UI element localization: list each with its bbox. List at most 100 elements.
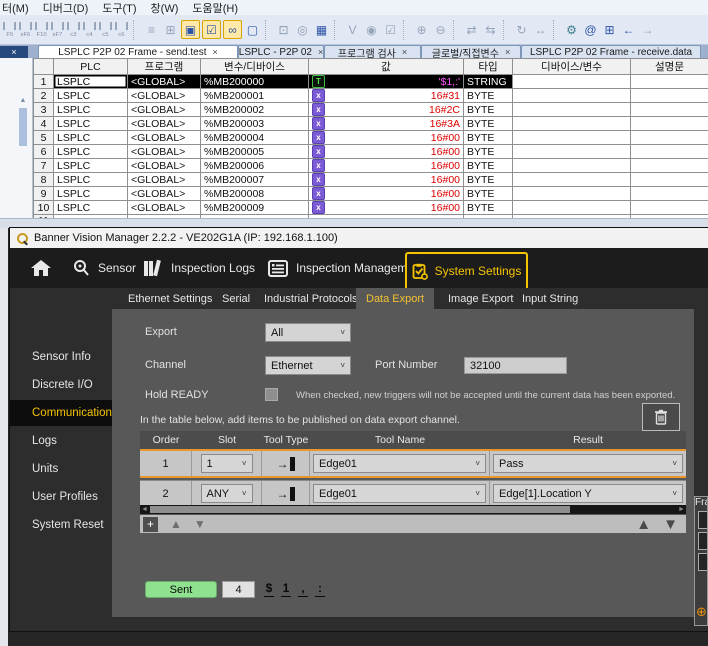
sidebar-item-communications[interactable]: Communications <box>10 400 126 426</box>
table-row: 1 LSPLC <GLOBAL> %MB200000 T '$1,:' STRIN… <box>33 74 708 89</box>
tool-name-select[interactable]: Edge01 ˅ <box>313 484 486 503</box>
sidebar-item-units[interactable]: Units <box>10 456 122 482</box>
table-icon[interactable]: ⊞ <box>601 21 618 38</box>
sidebar-item-logs[interactable]: Logs <box>10 428 122 454</box>
hscrollbar-thumb[interactable] <box>150 506 570 513</box>
close-icon[interactable]: × <box>402 47 407 57</box>
clipped-button[interactable] <box>698 553 707 571</box>
list-icon[interactable]: ≡ <box>143 21 160 38</box>
close-icon[interactable]: × <box>318 47 323 57</box>
add-row-button[interactable]: + <box>143 516 158 532</box>
menu-monitor[interactable]: 터(M) <box>2 0 29 16</box>
refresh-icon[interactable]: ↻ <box>513 21 530 38</box>
export-select[interactable]: All ˅ <box>265 323 351 342</box>
swap-alt-icon[interactable]: ⇆ <box>482 21 499 38</box>
toolbar-fkey-button[interactable]: c5 <box>98 21 113 38</box>
menu-debug[interactable]: 디버그(D) <box>43 0 89 16</box>
hold-ready-checkbox[interactable] <box>265 388 278 401</box>
tab-p2p-02[interactable]: LSPLC - P2P 02 × <box>238 45 324 58</box>
nav-home[interactable] <box>30 256 52 280</box>
sidebar-item-user-profiles[interactable]: User Profiles <box>10 484 122 510</box>
close-icon[interactable]: × <box>212 47 217 57</box>
close-icon[interactable]: × <box>505 47 510 57</box>
zoom-out-icon[interactable]: ⊖ <box>432 21 449 38</box>
scrollbar-thumb[interactable] <box>19 108 27 146</box>
toolbar-fkey-button[interactable]: F10 <box>34 21 49 38</box>
tool-name-select[interactable]: Edge01 ˅ <box>313 454 486 473</box>
subtab-serial[interactable]: Serial <box>212 288 260 309</box>
scroll-right-icon[interactable]: ► <box>677 505 686 514</box>
slot-select[interactable]: ANY ˅ <box>200 484 253 503</box>
order-cell: 2 <box>140 481 192 506</box>
grid-icon[interactable]: ⊞ <box>162 21 179 38</box>
subtab-input-string[interactable]: Input String <box>512 288 588 309</box>
menu-window[interactable]: 창(W) <box>151 0 179 16</box>
toolbar-fkey-button[interactable]: c6 <box>114 21 129 38</box>
resize-icon[interactable]: ↔ <box>532 21 549 38</box>
sidebar-item-discrete-io[interactable]: Discrete I/O <box>10 372 122 398</box>
channel-select[interactable]: Ethernet ˅ <box>265 356 351 375</box>
subtab-industrial-protocols[interactable]: Industrial Protocols <box>254 288 368 309</box>
move-up-button[interactable]: ▲ <box>170 517 182 531</box>
binoculars-icon[interactable]: ∞ <box>223 20 242 39</box>
nav-system-settings[interactable]: System Settings <box>405 252 528 288</box>
order-cell: 1 <box>140 451 192 476</box>
frame-icon[interactable]: ▢ <box>244 21 261 38</box>
toolbar-fkey-button[interactable]: sF6 <box>18 21 33 38</box>
gear-icon[interactable]: ⚙ <box>563 21 580 38</box>
zoom-in-icon[interactable]: ⊕ <box>413 21 430 38</box>
at-icon[interactable]: @ <box>582 21 599 38</box>
add-circle-icon[interactable]: ⊕ <box>696 604 707 620</box>
clipboard-icon[interactable]: ⊡ <box>275 21 292 38</box>
tab-program-check[interactable]: 프로그램 검사 × <box>324 45 421 58</box>
scroll-down-button[interactable]: ▼ <box>663 516 678 533</box>
port-number-input[interactable]: 32100 <box>464 357 567 374</box>
docked-tab-fragment[interactable]: × <box>0 46 28 58</box>
back-icon[interactable]: ← <box>620 21 637 38</box>
clipped-button[interactable] <box>698 532 707 550</box>
delete-row-button[interactable] <box>642 403 680 431</box>
toolbar-fkey-button[interactable]: sF7 <box>50 21 65 38</box>
scroll-up-icon[interactable]: ▲ <box>19 96 27 106</box>
tab-global-vars[interactable]: 글로벌/직접변수 × <box>421 45 521 58</box>
tab-receive-data[interactable]: LSPLC P2P 02 Frame - receive.data <box>521 45 701 58</box>
folder-icon[interactable]: ▣ <box>181 20 200 39</box>
forward-icon[interactable]: → <box>639 21 656 38</box>
slot-select[interactable]: 1 ˅ <box>200 454 253 473</box>
scroll-up-button[interactable]: ▲ <box>636 516 651 533</box>
clipped-button[interactable] <box>698 511 707 529</box>
toolbar-fkey-button[interactable]: c3 <box>66 21 81 38</box>
nav-inspection-logs[interactable]: Inspection Logs <box>143 256 255 280</box>
result-select[interactable]: Pass ˅ <box>493 454 683 473</box>
nav-inspection-management[interactable]: Inspection Management <box>268 256 424 280</box>
coil-icon[interactable]: ◉ <box>363 21 380 38</box>
nav-sensor[interactable]: Sensor <box>72 256 136 280</box>
table-row: 10 LSPLC <GLOBAL> %MB200009 x 16#00 BYTE <box>33 200 708 215</box>
plc-window-left-edge <box>0 228 8 646</box>
subtab-image-export[interactable]: Image Export <box>438 288 523 309</box>
subtab-ethernet-settings[interactable]: Ethernet Settings <box>118 288 222 309</box>
result-select[interactable]: Edge[1].Location Y ˅ <box>493 484 683 503</box>
export-table-hscrollbar[interactable]: ◄ ► <box>140 505 686 514</box>
check-icon[interactable]: ☑ <box>382 21 399 38</box>
subtab-data-export[interactable]: Data Export <box>356 288 435 309</box>
scroll-left-icon[interactable]: ◄ <box>140 505 149 514</box>
sent-status-button[interactable]: Sent <box>145 581 217 598</box>
plc-cell-editing[interactable]: LSPLC <box>53 74 128 89</box>
sidebar-item-sensor-info[interactable]: Sensor Info <box>10 344 122 370</box>
tab-send-test[interactable]: LSPLC P2P 02 Frame - send.test × <box>38 45 238 58</box>
export-row-1[interactable]: 1 1 ˅ → Edge01 ˅ Pass ˅ <box>140 449 686 478</box>
target-icon[interactable]: ◎ <box>294 21 311 38</box>
sidebar-item-system-reset[interactable]: System Reset <box>10 512 122 538</box>
menu-help[interactable]: 도움말(H) <box>192 0 238 16</box>
payload-char: 1 <box>281 581 291 597</box>
move-down-button[interactable]: ▼ <box>194 517 206 531</box>
menu-tools[interactable]: 도구(T) <box>102 0 136 16</box>
toolbar-fkey-button[interactable]: F5 <box>2 21 17 38</box>
monitor-check-icon[interactable]: ☑ <box>202 20 221 39</box>
contact-v-icon[interactable]: V <box>344 21 361 38</box>
toolbar-fkey-button[interactable]: c4 <box>82 21 97 38</box>
swap-icon[interactable]: ⇄ <box>463 21 480 38</box>
chart-icon[interactable]: ▦ <box>313 21 330 38</box>
export-row-2[interactable]: 2 ANY ˅ → Edge01 ˅ Edge[1].Location Y ˅ <box>140 480 686 507</box>
